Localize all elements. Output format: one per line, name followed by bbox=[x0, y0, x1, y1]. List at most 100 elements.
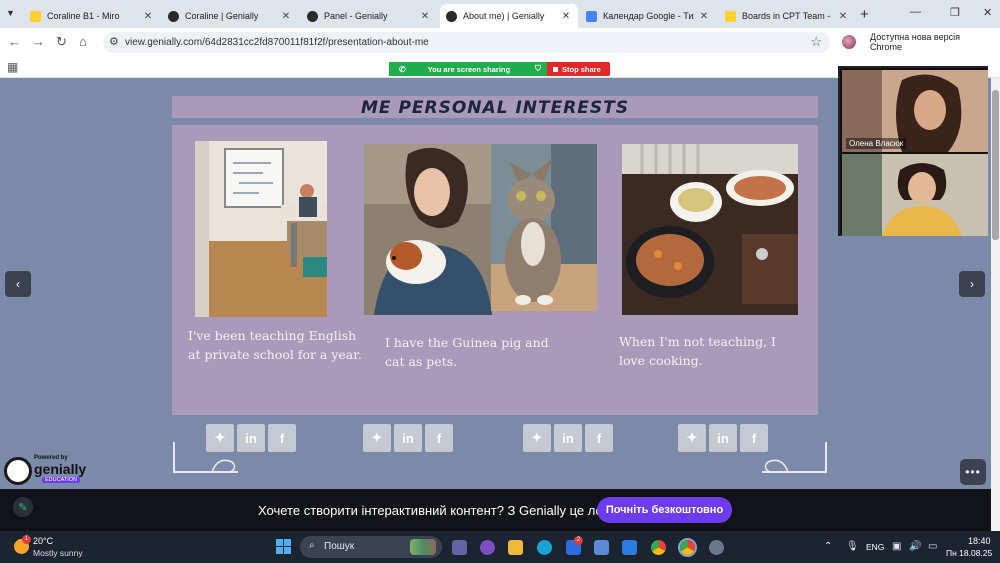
miro-icon bbox=[725, 10, 736, 22]
linkedin-icon: in bbox=[562, 430, 574, 446]
screen-share-message: You are screen sharing bbox=[427, 64, 511, 74]
start-free-button[interactable]: Почніть безкоштовно bbox=[597, 497, 732, 523]
file-explorer-icon[interactable] bbox=[508, 540, 523, 555]
chrome-profile-icon[interactable] bbox=[678, 538, 697, 557]
weather-badge: 1 bbox=[22, 535, 31, 544]
back-icon[interactable]: ← bbox=[8, 34, 21, 49]
restore-icon[interactable]: ❐ bbox=[950, 6, 960, 19]
close-icon[interactable]: ✕ bbox=[142, 11, 154, 22]
kitten-photo bbox=[491, 144, 597, 311]
video-call-panel: Олена Власюк bbox=[838, 66, 988, 236]
close-icon[interactable]: ✕ bbox=[419, 11, 431, 22]
twitter-share-button[interactable]: ✦ bbox=[523, 424, 551, 452]
page-scrollbar[interactable] bbox=[991, 78, 1000, 531]
facebook-share-button[interactable]: f bbox=[425, 424, 453, 452]
stop-share-button[interactable]: Stop share bbox=[547, 62, 610, 76]
participant-tile-1[interactable]: Олена Власюк bbox=[842, 70, 988, 152]
chrome-icon[interactable] bbox=[651, 540, 666, 555]
weather-description[interactable]: Mostly sunny bbox=[33, 548, 83, 558]
education-tag: EDUCATION bbox=[42, 477, 80, 483]
chevron-left-icon: ‹ bbox=[16, 277, 20, 291]
linkedin-icon: in bbox=[717, 430, 729, 446]
scroll-thumb[interactable] bbox=[992, 90, 999, 240]
taskbar-search[interactable]: ⌕ Пошук bbox=[300, 536, 442, 558]
tab-boards-miro[interactable]: Boards in CPT Team - Miro ✕ bbox=[719, 4, 855, 28]
address-bar[interactable]: ⚙ view.genially.com/64d2831cc2fd870011f8… bbox=[103, 32, 830, 53]
search-icon: ⌕ bbox=[309, 540, 315, 551]
apps-grid-icon[interactable]: ▦ bbox=[7, 60, 18, 74]
miro-icon bbox=[30, 10, 41, 22]
microphone-icon[interactable]: 🎙 bbox=[846, 541, 859, 552]
more-options-button[interactable]: ••• bbox=[960, 459, 986, 485]
clock-date[interactable]: Пн 18.08.25 bbox=[946, 548, 992, 558]
facebook-icon: f bbox=[279, 430, 285, 446]
reload-icon[interactable]: ↻ bbox=[56, 34, 67, 50]
twitter-share-button[interactable]: ✦ bbox=[678, 424, 706, 452]
guinea-pig-photo bbox=[364, 144, 492, 315]
twitter-share-button[interactable]: ✦ bbox=[206, 424, 234, 452]
linkedin-share-button[interactable]: in bbox=[394, 424, 422, 452]
close-icon[interactable]: ✕ bbox=[280, 11, 292, 22]
caption-pets: I have the Guinea pig and cat as pets. bbox=[385, 335, 549, 369]
language-indicator[interactable]: ENG bbox=[866, 542, 884, 552]
site-info-icon[interactable]: ⚙ bbox=[109, 35, 119, 48]
update-chrome-button[interactable]: Доступна нова версія Chrome bbox=[864, 32, 1000, 52]
viber-icon[interactable] bbox=[480, 540, 495, 555]
prev-slide-button[interactable]: ‹ bbox=[5, 271, 31, 297]
word-icon[interactable] bbox=[622, 540, 637, 555]
tab-search-icon[interactable]: ▼ bbox=[6, 8, 15, 18]
forward-icon[interactable]: → bbox=[32, 34, 45, 49]
edge-icon[interactable] bbox=[537, 540, 552, 555]
start-button[interactable] bbox=[276, 539, 291, 554]
clock-time[interactable]: 18:40 bbox=[968, 536, 991, 546]
url-text[interactable]: view.genially.com/64d2831cc2fd870011f81f… bbox=[125, 37, 429, 48]
store-icon[interactable] bbox=[594, 540, 609, 555]
facebook-share-button[interactable]: f bbox=[268, 424, 296, 452]
genially-icon bbox=[446, 10, 457, 22]
more-icon: ••• bbox=[965, 465, 981, 479]
linkedin-share-button[interactable]: in bbox=[237, 424, 265, 452]
facebook-share-button[interactable]: f bbox=[740, 424, 768, 452]
close-icon[interactable]: ✕ bbox=[560, 11, 572, 22]
minimize-icon[interactable]: — bbox=[910, 6, 921, 18]
tab-panel-genially[interactable]: Panel - Genially ✕ bbox=[301, 4, 437, 28]
tab-about-me[interactable]: About me) | Genially ✕ bbox=[440, 4, 578, 28]
teams-icon[interactable] bbox=[452, 540, 467, 555]
speaker-icon[interactable]: 🔊 bbox=[909, 541, 921, 552]
facebook-share-button[interactable]: f bbox=[585, 424, 613, 452]
weather-temperature[interactable]: 20°C bbox=[33, 536, 53, 546]
battery-icon[interactable]: ▭ bbox=[928, 541, 937, 552]
windows-taskbar: 1 20°C Mostly sunny ⌕ Пошук 2 ⌃ 🎙 ENG ▣ … bbox=[0, 531, 1000, 563]
close-icon[interactable]: ✕ bbox=[698, 11, 710, 22]
linkedin-icon: in bbox=[245, 430, 257, 446]
twitter-share-button[interactable]: ✦ bbox=[363, 424, 391, 452]
genially-icon bbox=[307, 10, 318, 22]
participant-tile-2[interactable] bbox=[842, 154, 988, 236]
tab-coraline-genially[interactable]: Coraline | Genially ✕ bbox=[162, 4, 298, 28]
chevron-up-icon[interactable]: ⌃ bbox=[824, 541, 832, 552]
promo-banner: ✎ Хочете створити інтерактивний контент?… bbox=[0, 489, 1000, 531]
tab-coraline-miro[interactable]: Coraline B1 - Miro ✕ bbox=[24, 4, 160, 28]
close-icon[interactable]: ✕ bbox=[837, 11, 849, 22]
profile-avatar[interactable] bbox=[842, 35, 856, 49]
next-slide-button[interactable]: › bbox=[959, 271, 985, 297]
twitter-icon: ✦ bbox=[686, 430, 698, 445]
bookmark-star-icon[interactable]: ☆ bbox=[810, 34, 822, 50]
search-label: Пошук bbox=[324, 541, 355, 552]
powered-by-genially-badge[interactable]: Powered by genially EDUCATION bbox=[4, 455, 86, 487]
home-icon[interactable]: ⌂ bbox=[79, 34, 87, 49]
facebook-icon: f bbox=[751, 430, 757, 446]
new-tab-icon[interactable]: + bbox=[860, 6, 869, 23]
linkedin-share-button[interactable]: in bbox=[709, 424, 737, 452]
linkedin-icon: in bbox=[402, 430, 414, 446]
tab-title: Coraline | Genially bbox=[185, 11, 259, 21]
tab-google-calendar[interactable]: Календар Google - Тиждень ✕ bbox=[580, 4, 716, 28]
genially-icon bbox=[168, 10, 179, 22]
edit-pencil-icon[interactable]: ✎ bbox=[13, 497, 33, 517]
screen-icon[interactable]: ▣ bbox=[892, 541, 901, 552]
settings-icon[interactable] bbox=[709, 540, 724, 555]
linkedin-share-button[interactable]: in bbox=[554, 424, 582, 452]
promo-text: Хочете створити інтерактивний контент? З… bbox=[258, 503, 624, 518]
close-window-icon[interactable]: ✕ bbox=[983, 6, 992, 19]
tab-title: Coraline B1 - Miro bbox=[47, 11, 120, 21]
